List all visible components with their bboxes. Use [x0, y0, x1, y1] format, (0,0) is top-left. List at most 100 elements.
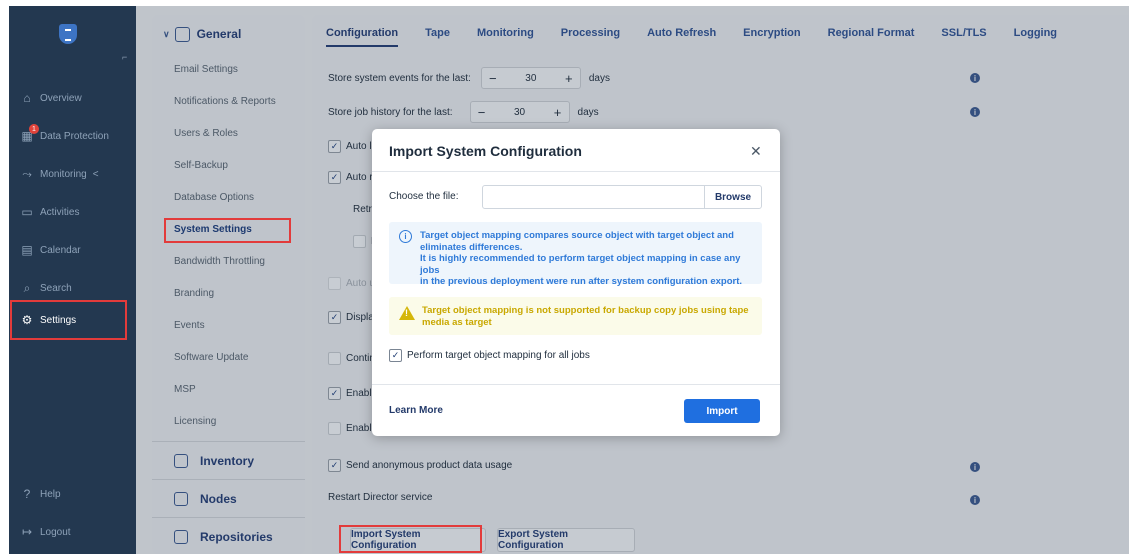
increment-button[interactable]: +: [547, 105, 569, 120]
events-retention-stepper[interactable]: − 30 +: [480, 67, 581, 89]
export-system-configuration-button[interactable]: Export System Configuration: [497, 528, 635, 552]
nav-item-data-protection[interactable]: ▦ 1 Data Protection: [9, 121, 136, 151]
nav-item-label: Logout: [40, 526, 71, 538]
file-label: Choose the file:: [389, 191, 459, 202]
checkbox[interactable]: ✓: [328, 387, 341, 400]
info-note-text: Target object mapping compares source ob…: [420, 222, 762, 287]
side-link-msp[interactable]: MSP: [152, 373, 305, 405]
repositories-section[interactable]: Repositories: [152, 517, 305, 554]
collapse-nav-icon[interactable]: ⌐: [122, 52, 127, 62]
inventory-section[interactable]: Inventory: [152, 441, 305, 479]
chevron-down-icon: ∨: [163, 28, 170, 39]
nav-item-overview[interactable]: ⌂ Overview: [9, 83, 136, 113]
increment-button[interactable]: +: [558, 71, 580, 86]
nodes-section[interactable]: Nodes: [152, 479, 305, 517]
enable-row-1[interactable]: ✓ Enable: [328, 387, 377, 400]
calendar-icon: ▤: [21, 243, 33, 257]
search-icon: ⌕: [23, 280, 31, 295]
nav-item-help[interactable]: ? Help: [9, 479, 136, 509]
checkbox-label: Send anonymous product data usage: [346, 460, 513, 471]
side-link-email-settings[interactable]: Email Settings: [152, 53, 305, 85]
side-link-self-backup[interactable]: Self-Backup: [152, 149, 305, 181]
general-section-header[interactable]: ∨ General: [152, 15, 305, 53]
tab-processing[interactable]: Processing: [561, 27, 620, 39]
history-retention-value[interactable]: 30: [493, 107, 547, 118]
info-icon[interactable]: i: [970, 495, 980, 505]
side-link-events[interactable]: Events: [152, 309, 305, 341]
side-link-licensing[interactable]: Licensing: [152, 405, 305, 437]
side-link-software-update[interactable]: Software Update: [152, 341, 305, 373]
tab-monitoring[interactable]: Monitoring: [477, 27, 534, 39]
activities-icon: ▭: [21, 205, 33, 219]
info-line: It is highly recommended to perform targ…: [420, 253, 741, 276]
nodes-icon: [174, 491, 188, 506]
settings-highlight: [10, 300, 127, 340]
target-mapping-option[interactable]: ✓ Perform target object mapping for all …: [389, 349, 590, 362]
checkbox-label: Contin: [346, 353, 375, 364]
side-link-users-roles[interactable]: Users & Roles: [152, 117, 305, 149]
auto-lo-row[interactable]: ✓ Auto lo: [328, 140, 377, 153]
nav-item-logout[interactable]: ↦ Logout: [9, 517, 136, 547]
side-link-notifications[interactable]: Notifications & Reports: [152, 85, 305, 117]
nav-item-label: Monitoring: [40, 168, 87, 180]
learn-more-link[interactable]: Learn More: [389, 405, 443, 416]
logout-icon: ↦: [21, 525, 33, 539]
info-line: eliminates differences.: [420, 241, 523, 253]
info-icon[interactable]: i: [970, 462, 980, 472]
checkbox[interactable]: ✓: [328, 459, 341, 472]
nav-item-search[interactable]: ⌕ Search: [9, 273, 136, 303]
tab-auto-refresh[interactable]: Auto Refresh: [647, 27, 716, 39]
logo-icon: [59, 24, 77, 44]
history-retention-stepper[interactable]: − 30 +: [469, 101, 570, 123]
side-link-bandwidth-throttling[interactable]: Bandwidth Throttling: [152, 245, 305, 277]
settings-tabs: Configuration Tape Monitoring Processing…: [312, 15, 1129, 51]
target-mapping-checkbox[interactable]: ✓: [389, 349, 402, 362]
display-row[interactable]: ✓ Displa: [328, 311, 374, 324]
tab-encryption[interactable]: Encryption: [743, 27, 800, 39]
side-link-database-options[interactable]: Database Options: [152, 181, 305, 213]
import-button[interactable]: Import: [684, 399, 760, 423]
send-usage-row[interactable]: ✓ Send anonymous product data usage: [328, 459, 512, 472]
tab-logging[interactable]: Logging: [1014, 27, 1057, 39]
events-retention-value[interactable]: 30: [504, 73, 558, 84]
tab-regional-format[interactable]: Regional Format: [828, 27, 915, 39]
unit-label: days: [577, 106, 599, 118]
nav-item-monitoring[interactable]: ⤳ Monitoring <: [9, 159, 136, 189]
tab-configuration[interactable]: Configuration: [326, 27, 399, 47]
restart-label: Restart Director service: [328, 492, 433, 503]
history-retention-label: Store job history for the last:: [328, 106, 453, 118]
checkbox[interactable]: ✓: [328, 352, 341, 365]
checkbox[interactable]: ✓: [328, 140, 341, 153]
contin-row[interactable]: ✓ Contin: [328, 352, 375, 365]
side-link-branding[interactable]: Branding: [152, 277, 305, 309]
tab-ssl-tls[interactable]: SSL/TLS: [941, 27, 986, 39]
browse-button[interactable]: Browse: [704, 186, 761, 208]
system-settings-highlight: [164, 218, 291, 243]
enable-row-2[interactable]: ✓ Enable: [328, 422, 377, 435]
checkbox[interactable]: ✓: [353, 235, 366, 248]
decrement-button[interactable]: −: [482, 71, 504, 86]
warning-note: Target object mapping is not supported f…: [389, 297, 762, 335]
info-icon[interactable]: i: [970, 107, 980, 117]
nav-item-calendar[interactable]: ▤ Calendar: [9, 235, 136, 265]
close-icon[interactable]: ✕: [750, 143, 762, 160]
home-icon: ⌂: [23, 91, 31, 105]
repositories-icon: [174, 529, 188, 544]
file-path-input[interactable]: [483, 186, 704, 208]
auto-u-row[interactable]: Auto u: [328, 277, 375, 290]
divider: [372, 171, 780, 172]
checkbox[interactable]: [328, 277, 341, 290]
checkbox[interactable]: ✓: [328, 422, 341, 435]
tab-tape[interactable]: Tape: [425, 27, 450, 39]
auto-r-row[interactable]: ✓ Auto r: [328, 171, 373, 184]
nav-item-label: Search: [40, 282, 72, 294]
settings-panel: ∨ General Email Settings Notifications &…: [152, 15, 305, 554]
info-icon[interactable]: i: [970, 73, 980, 83]
decrement-button[interactable]: −: [471, 105, 493, 120]
checkbox[interactable]: ✓: [328, 311, 341, 324]
nav-item-activities[interactable]: ▭ Activities: [9, 197, 136, 227]
warning-line: Target object mapping is not supported f…: [422, 305, 749, 316]
nav-item-label: Help: [40, 488, 61, 500]
checkbox[interactable]: ✓: [328, 171, 341, 184]
checkbox-label: Displa: [346, 312, 374, 323]
